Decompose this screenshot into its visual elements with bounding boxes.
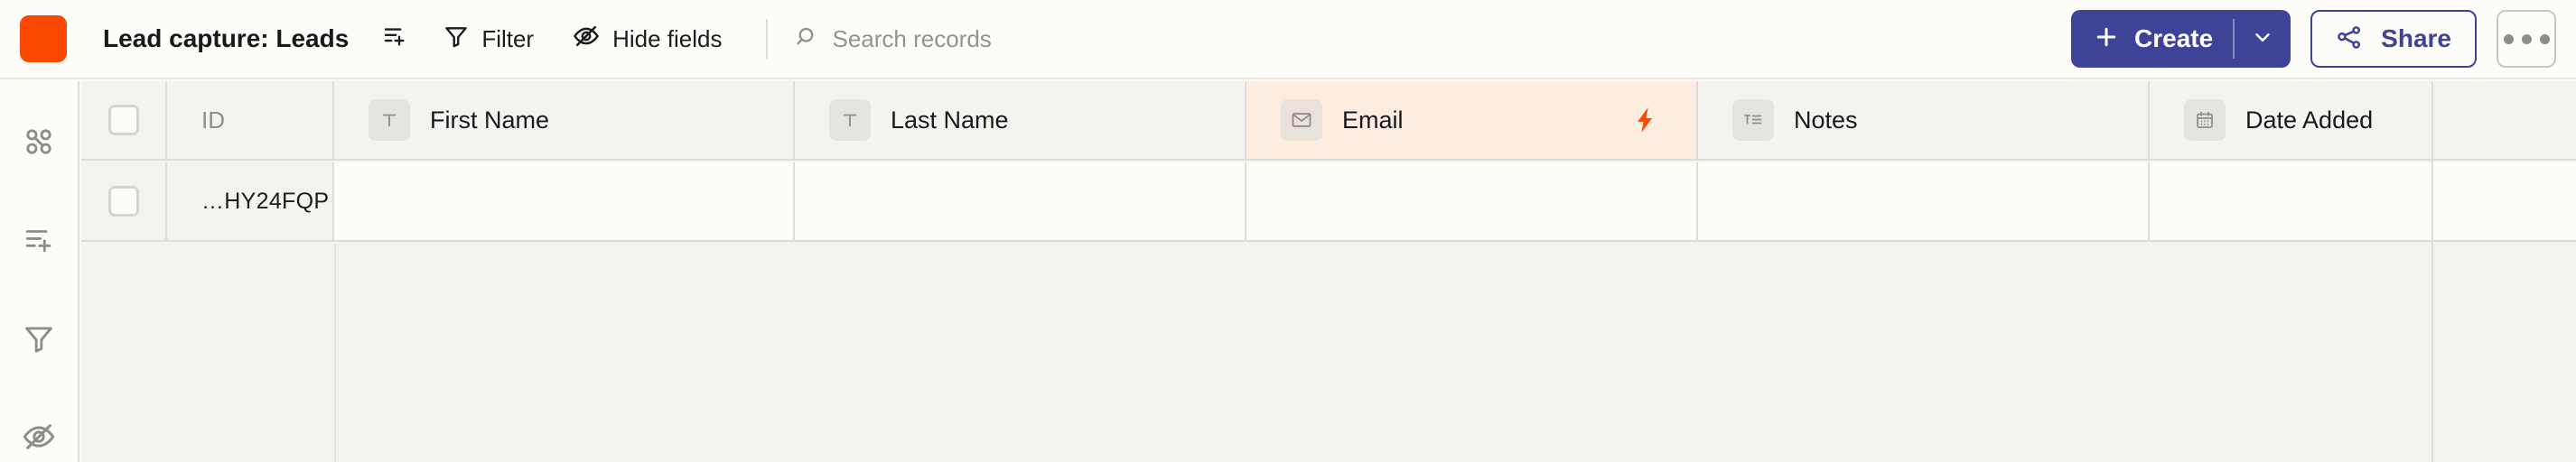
apps-grid-icon [22, 125, 56, 162]
ellipsis-icon [2503, 33, 2550, 44]
email-field-icon [1281, 99, 1322, 141]
eye-off-icon [572, 22, 601, 57]
filter-button-label: Filter [481, 24, 535, 52]
rail-item-hide-fields[interactable] [14, 414, 64, 462]
create-button-main[interactable]: Create [2071, 10, 2233, 68]
date-field-icon [2184, 99, 2226, 141]
share-button[interactable]: Share [2310, 10, 2477, 68]
column-header-email-label: Email [1342, 106, 1404, 134]
rail-item-filter[interactable] [14, 316, 64, 364]
column-header-first-name[interactable]: First Name [334, 81, 795, 159]
toolbar-divider [765, 19, 768, 59]
cell-email[interactable] [1246, 162, 1698, 240]
column-header-last-name[interactable]: Last Name [795, 81, 1246, 159]
column-header-email[interactable]: Email [1246, 81, 1698, 159]
table-row[interactable]: …HY24FQP [81, 162, 2576, 242]
share-button-label: Share [2381, 24, 2451, 52]
create-button[interactable]: Create [2071, 10, 2291, 68]
row-select-cell[interactable] [81, 162, 167, 240]
search-input[interactable]: Search records [791, 23, 992, 55]
column-header-id-label: ID [201, 106, 225, 134]
select-all-cell[interactable] [81, 81, 167, 159]
cell-last-name[interactable] [795, 162, 1246, 240]
text-field-icon [829, 99, 871, 141]
rail-item-apps[interactable] [14, 119, 64, 167]
filter-icon [22, 321, 56, 358]
left-rail [0, 81, 79, 462]
sort-add-icon [381, 23, 408, 56]
text-field-icon [369, 99, 410, 141]
column-header-first-name-label: First Name [430, 106, 550, 134]
column-header-notes-label: Notes [1794, 106, 1858, 134]
grid-empty-area [81, 244, 2576, 462]
column-header-id[interactable]: ID [167, 81, 334, 159]
rail-item-sort[interactable] [14, 217, 64, 265]
airtable-like-app: Lead capture: Leads Filter Hide fields S… [0, 0, 2576, 462]
search-icon [791, 23, 818, 55]
search-placeholder: Search records [832, 24, 992, 52]
grid-header-row: ID First Name Last Name Email Notes Date… [81, 81, 2576, 161]
plus-icon [2093, 23, 2120, 55]
more-options-button[interactable] [2497, 10, 2556, 68]
long-text-field-icon [1732, 99, 1774, 141]
row-id-cell[interactable]: …HY24FQP [167, 162, 334, 240]
sort-add-icon [22, 223, 56, 260]
column-header-last-name-label: Last Name [891, 106, 1009, 134]
column-header-notes[interactable]: Notes [1698, 81, 2150, 159]
hide-fields-button-label: Hide fields [612, 24, 723, 52]
top-toolbar: Lead capture: Leads Filter Hide fields S… [0, 0, 2576, 79]
create-button-label: Create [2134, 24, 2214, 52]
row-checkbox[interactable] [107, 186, 139, 217]
cell-date-added[interactable] [2150, 162, 2576, 240]
page-title: Lead capture: Leads [103, 24, 350, 52]
share-nodes-icon [2336, 23, 2365, 55]
column-header-date-added[interactable]: Date Added [2150, 81, 2576, 159]
sort-button[interactable] [372, 14, 417, 64]
toolbar-right-actions: Create Share [2071, 10, 2556, 68]
records-grid: ID First Name Last Name Email Notes Date… [81, 81, 2576, 462]
cell-first-name[interactable] [334, 162, 795, 240]
add-field-column-divider [2431, 81, 2433, 462]
cell-notes[interactable] [1698, 162, 2150, 240]
row-id-value: …HY24FQP [201, 188, 330, 214]
create-dropdown-toggle[interactable] [2235, 10, 2291, 68]
eye-off-icon [21, 419, 57, 457]
grid-empty-divider [334, 244, 336, 462]
select-all-checkbox[interactable] [107, 105, 139, 135]
column-header-date-added-label: Date Added [2245, 106, 2374, 134]
lightning-bolt-icon[interactable] [1629, 105, 1660, 135]
chevron-down-icon [2251, 25, 2274, 53]
filter-icon [443, 23, 470, 56]
app-logo-icon[interactable] [20, 15, 67, 62]
filter-button[interactable]: Filter [430, 14, 546, 64]
hide-fields-button[interactable]: Hide fields [559, 14, 734, 64]
